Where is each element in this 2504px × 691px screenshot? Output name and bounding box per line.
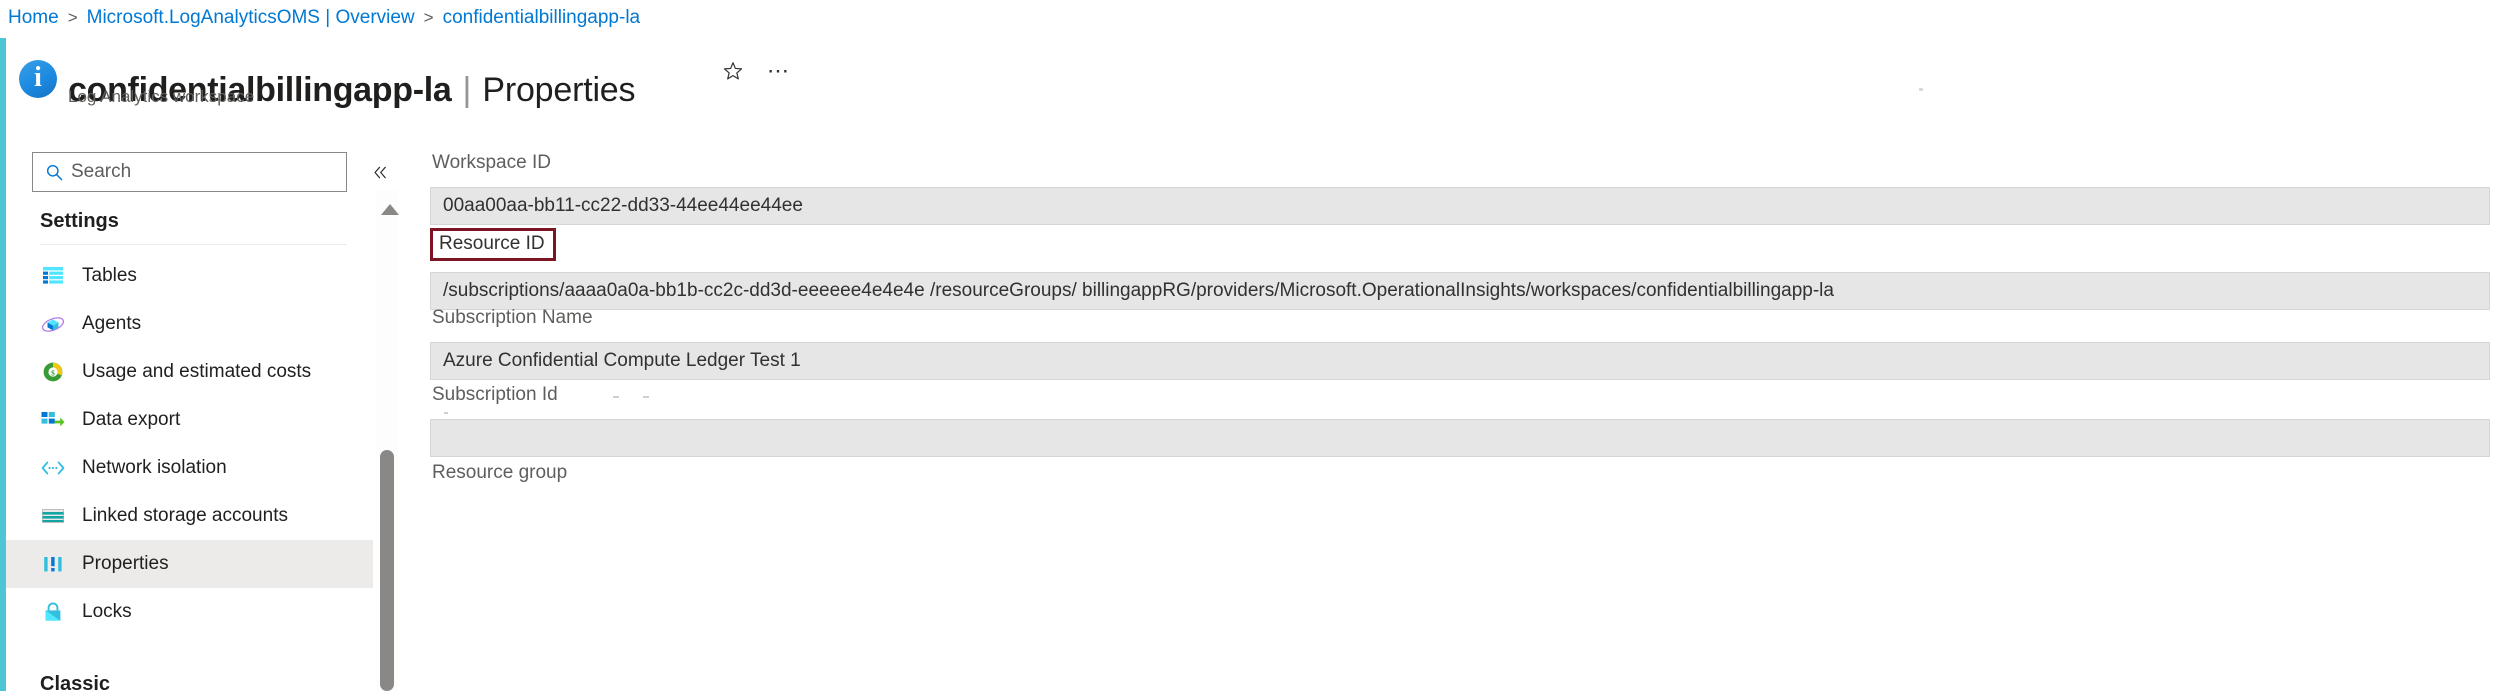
sidebar-item-label: Properties xyxy=(82,553,169,574)
breadcrumb-item-overview[interactable]: Microsoft.LogAnalyticsOMS | Overview xyxy=(87,7,415,29)
sidebar-item-label: Network isolation xyxy=(82,457,227,478)
properties-icon xyxy=(40,551,66,577)
page-subtitle: Log Analytics workspace xyxy=(68,87,255,106)
title-actions: ⋯ xyxy=(718,56,794,86)
sidebar-item-label: Agents xyxy=(82,313,142,334)
double-chevron-left-icon[interactable] xyxy=(366,158,394,186)
field-value-subscription-name[interactable]: Azure Confidential Compute Ledger Test 1 xyxy=(430,342,2490,380)
field-label: Workspace ID xyxy=(432,152,551,173)
sidebar-item-label: Locks xyxy=(82,601,132,622)
properties-panel: Workspace ID 00aa00aa-bb11-cc22-dd33-44e… xyxy=(398,150,2504,691)
field-label: Resource group xyxy=(432,462,568,483)
field-label-highlighted: Resource ID xyxy=(430,228,556,261)
linked-storage-icon xyxy=(40,503,66,529)
field-label: Subscription Name xyxy=(432,307,593,328)
network-isolation-icon xyxy=(40,455,66,481)
field-value-subscription-id[interactable] xyxy=(430,396,2490,457)
sidebar-nav-list: Tables Agents $ Usage and estimated cost… xyxy=(6,252,373,636)
usage-cost-icon: $ xyxy=(40,359,66,385)
page-title-blade: Properties xyxy=(482,70,636,109)
sidebar-item-label: Linked storage accounts xyxy=(82,505,288,526)
sidebar-item-label: Tables xyxy=(82,265,137,286)
data-export-icon xyxy=(40,407,66,433)
field-value-workspace-id[interactable]: 00aa00aa-bb11-cc22-dd33-44ee44ee44ee xyxy=(430,187,2490,225)
sidebar-item-label: Data export xyxy=(82,409,181,430)
agents-icon xyxy=(40,311,66,337)
field-subscription-id: Subscription Id xyxy=(430,382,2490,457)
sidebar-section-title-classic: Classic xyxy=(40,673,111,691)
search-icon xyxy=(43,161,65,183)
field-resource-group: Resource group xyxy=(430,460,2490,486)
lock-icon xyxy=(40,599,66,625)
table-icon xyxy=(40,263,66,289)
ellipsis-icon[interactable]: ⋯ xyxy=(764,56,794,86)
page-title-separator: | xyxy=(462,70,472,109)
azure-portal-blade: Home > Microsoft.LogAnalyticsOMS | Overv… xyxy=(0,0,2504,691)
sidebar-item-linked-storage-accounts[interactable]: Linked storage accounts xyxy=(6,492,373,540)
sidebar-section-title-settings: Settings xyxy=(40,210,119,232)
info-circle-icon: i xyxy=(19,60,57,98)
svg-text:$: $ xyxy=(51,368,55,377)
breadcrumb-separator: > xyxy=(67,8,78,27)
sidebar-item-agents[interactable]: Agents xyxy=(6,300,373,348)
breadcrumb-item-resource[interactable]: confidentialbillingapp-la xyxy=(443,7,641,29)
field-label: Subscription Id xyxy=(432,384,558,405)
sidebar-section-divider xyxy=(40,244,347,245)
sidebar-item-network-isolation[interactable]: Network isolation xyxy=(6,444,373,492)
sidebar-item-locks[interactable]: Locks xyxy=(6,588,373,636)
scroll-up-arrow-icon[interactable] xyxy=(381,204,399,215)
search-input[interactable] xyxy=(71,161,336,183)
breadcrumb: Home > Microsoft.LogAnalyticsOMS | Overv… xyxy=(8,6,640,30)
sidebar-item-properties[interactable]: Properties xyxy=(6,540,373,588)
field-resource-id: Resource ID /subscriptions/aaaa0a0a-bb1b… xyxy=(430,228,2490,310)
sidebar-item-data-export[interactable]: Data export xyxy=(6,396,373,444)
breadcrumb-separator: > xyxy=(423,8,434,27)
sidebar-item-usage-and-estimated-costs[interactable]: $ Usage and estimated costs xyxy=(6,348,373,396)
search-box[interactable] xyxy=(32,152,347,192)
info-glyph: i xyxy=(34,62,42,93)
field-subscription-name: Subscription Name Azure Confidential Com… xyxy=(430,305,2490,380)
field-workspace-id: Workspace ID 00aa00aa-bb11-cc22-dd33-44e… xyxy=(430,150,2490,225)
blade-sidebar: Settings Tables xyxy=(6,140,386,691)
scroll-thumb[interactable] xyxy=(380,450,394,691)
sidebar-item-label: Usage and estimated costs xyxy=(82,361,312,382)
ellipsis-glyph: ⋯ xyxy=(767,58,791,83)
sidebar-item-tables[interactable]: Tables xyxy=(6,252,373,300)
header-artifact xyxy=(1919,88,1923,91)
star-outline-icon[interactable] xyxy=(718,56,748,86)
breadcrumb-item-home[interactable]: Home xyxy=(8,7,59,29)
